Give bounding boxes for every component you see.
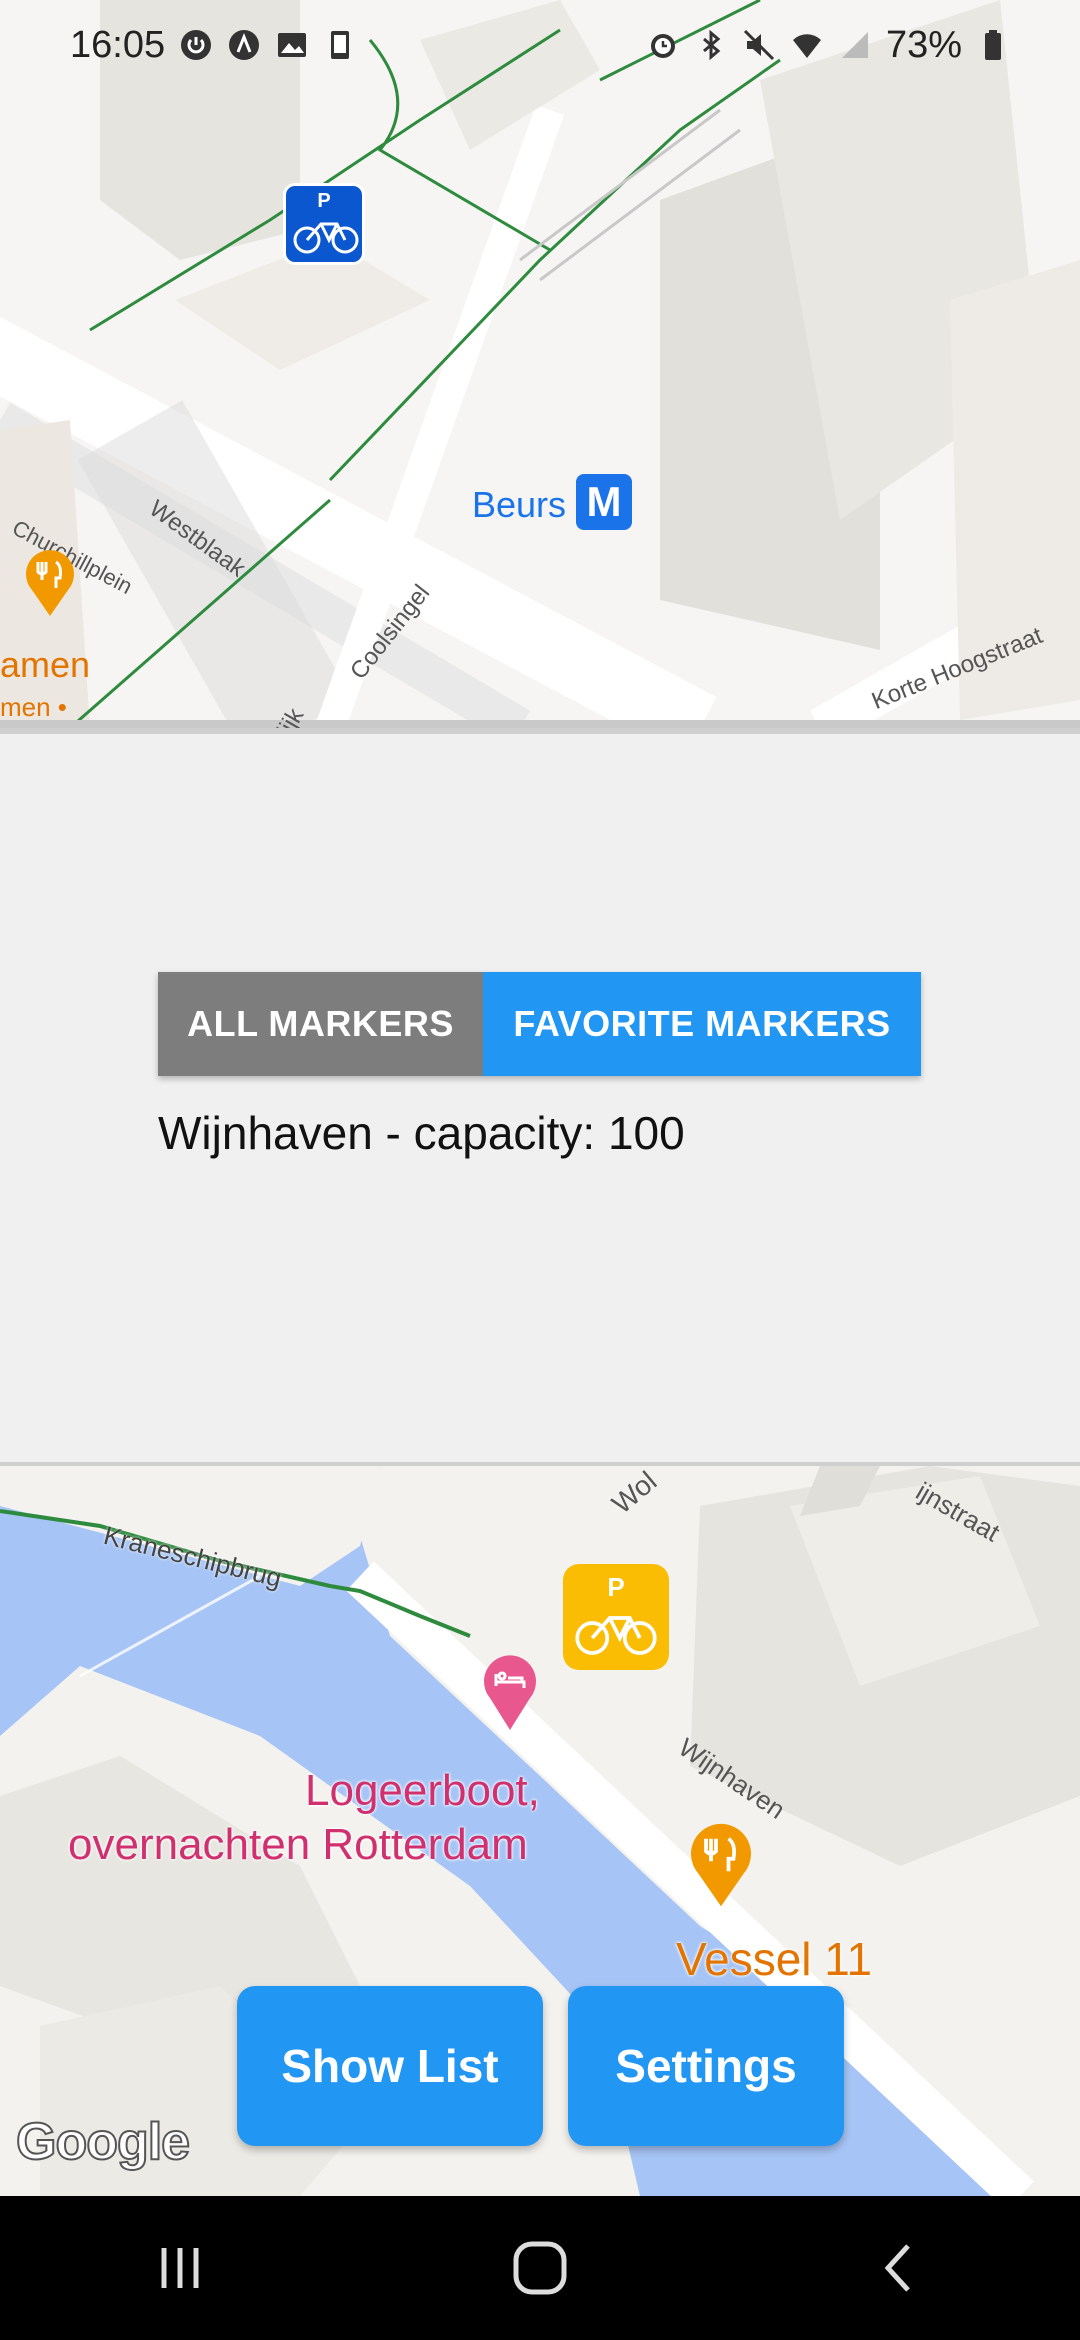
beurs-label: Beurs bbox=[472, 484, 567, 525]
recent-apps-icon[interactable] bbox=[140, 2228, 220, 2308]
hotel-marker[interactable] bbox=[480, 1652, 540, 1732]
vessel-label: Vessel 11 bbox=[676, 1933, 873, 1985]
battery-icon bbox=[985, 30, 1001, 60]
logeerboot-label-line2: overnachten Rotterdam bbox=[68, 1820, 528, 1869]
hotel-pin-icon bbox=[484, 1655, 536, 1730]
navigation-icon bbox=[229, 30, 260, 60]
amen-label: amen bbox=[0, 644, 91, 685]
map-top[interactable]: P Beurs M Churchillplein Westblaak Cools… bbox=[0, 0, 1080, 728]
restaurant-pin-icon-2 bbox=[691, 1823, 751, 1907]
settings-button[interactable]: Settings bbox=[568, 1986, 844, 2146]
mute-icon bbox=[743, 29, 774, 61]
battery-percent: 73% bbox=[885, 23, 962, 66]
parking-label: P bbox=[317, 190, 331, 212]
google-logo: Google bbox=[15, 2112, 191, 2172]
show-list-button[interactable]: Show List bbox=[237, 1986, 543, 2146]
logeerboot-label-line1: Logeerboot, bbox=[305, 1766, 540, 1815]
bicycle-icon-yellow bbox=[575, 1616, 657, 1655]
parking-label-yellow: P bbox=[607, 1572, 625, 1602]
signal-icon bbox=[841, 32, 868, 58]
map-top-graphics bbox=[0, 0, 1080, 728]
power-icon bbox=[181, 30, 212, 60]
system-navigation-bar bbox=[0, 2196, 1080, 2340]
image-icon bbox=[278, 33, 307, 57]
favorite-bike-parking-marker[interactable]: P bbox=[563, 1564, 669, 1670]
marker-filter-toggle: ALL MARKERS FAVORITE MARKERS bbox=[158, 972, 921, 1076]
all-markers-button[interactable]: ALL MARKERS bbox=[158, 972, 483, 1076]
vessel-restaurant-marker[interactable] bbox=[686, 1818, 756, 1912]
men-label: men • bbox=[0, 692, 67, 722]
restaurant-marker[interactable] bbox=[22, 548, 78, 618]
favorite-markers-button[interactable]: FAVORITE MARKERS bbox=[483, 972, 921, 1076]
marker-controls-panel: ALL MARKERS FAVORITE MARKERS Wijnhaven -… bbox=[0, 734, 1080, 1466]
metro-letter: M bbox=[586, 478, 622, 525]
home-icon[interactable] bbox=[500, 2228, 580, 2308]
bike-parking-marker[interactable]: P bbox=[283, 183, 365, 265]
device-icon bbox=[331, 31, 350, 59]
restaurant-pin-icon bbox=[26, 550, 74, 616]
status-bar: 16:05 73% bbox=[0, 0, 1080, 90]
status-time: 16:05 bbox=[70, 23, 166, 66]
selected-marker-info: Wijnhaven - capacity: 100 bbox=[158, 1107, 685, 1159]
back-icon[interactable] bbox=[860, 2228, 940, 2308]
wifi-icon bbox=[792, 34, 821, 58]
alarm-icon bbox=[650, 34, 675, 58]
bicycle-icon bbox=[293, 222, 359, 254]
bluetooth-icon bbox=[702, 29, 721, 61]
metro-icon[interactable]: M bbox=[576, 474, 632, 530]
